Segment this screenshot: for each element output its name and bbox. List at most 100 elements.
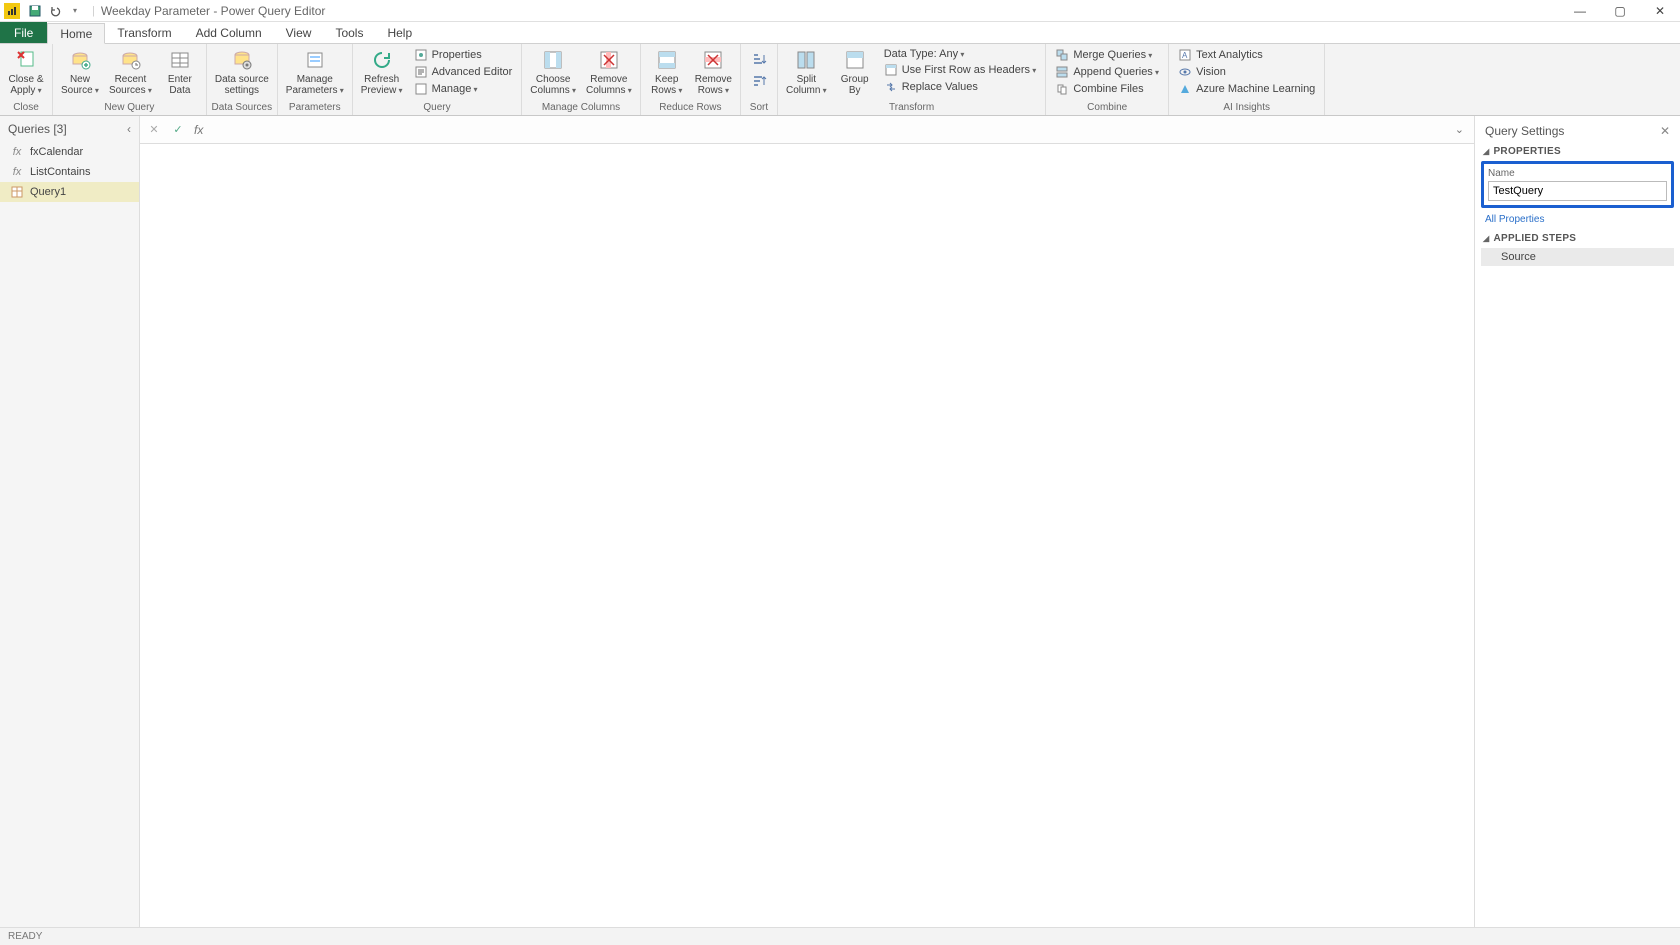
group-by-icon: [843, 48, 867, 72]
tab-tools[interactable]: Tools: [323, 22, 375, 43]
manage-parameters-icon: [303, 48, 327, 72]
data-source-settings-button[interactable]: Data sourcesettings: [211, 46, 273, 98]
applied-steps-label: APPLIED STEPS: [1493, 233, 1576, 244]
tab-transform[interactable]: Transform: [105, 22, 183, 43]
ribbon-group-reduce-rows: KeepRows RemoveRows Reduce Rows: [641, 44, 741, 115]
text-analytics-button[interactable]: A Text Analytics: [1175, 47, 1318, 63]
tab-add-column[interactable]: Add Column: [184, 22, 274, 43]
close-settings-icon[interactable]: ✕: [1660, 124, 1670, 138]
table-icon: [10, 185, 24, 199]
query-item-label: Query1: [30, 186, 66, 198]
query-item-listcontains[interactable]: fx ListContains: [0, 162, 139, 182]
data-source-settings-icon: [230, 48, 254, 72]
group-label-ai-insights: AI Insights: [1173, 101, 1320, 115]
enter-formula-icon[interactable]: ✓: [170, 122, 186, 138]
query-item-query1[interactable]: Query1: [0, 182, 139, 202]
enter-data-button[interactable]: EnterData: [158, 46, 202, 98]
close-apply-icon: [14, 48, 38, 72]
ribbon-group-data-sources: Data sourcesettings Data Sources: [207, 44, 278, 115]
query-item-fxcalendar[interactable]: fx fxCalendar: [0, 142, 139, 162]
svg-text:A: A: [1182, 51, 1188, 60]
manage-button[interactable]: Manage: [411, 81, 516, 97]
split-column-button[interactable]: SplitColumn: [782, 46, 831, 98]
qat-dropdown-icon[interactable]: ▾: [68, 4, 82, 18]
choose-columns-button[interactable]: ChooseColumns: [526, 46, 580, 98]
queries-pane: Queries [3] ‹ fx fxCalendar fx ListConta…: [0, 116, 140, 927]
group-label-data-sources: Data Sources: [211, 101, 273, 115]
merge-queries-button[interactable]: Merge Queries: [1052, 47, 1162, 63]
remove-rows-icon: [701, 48, 725, 72]
tab-home[interactable]: Home: [47, 23, 105, 44]
name-property-highlight: Name: [1481, 161, 1674, 208]
azure-ml-label: Azure Machine Learning: [1196, 83, 1315, 95]
query-item-label: fxCalendar: [30, 146, 83, 158]
properties-section-header[interactable]: ◢ PROPERTIES: [1475, 144, 1680, 159]
keep-rows-button[interactable]: KeepRows: [645, 46, 689, 98]
fx-icon[interactable]: fx: [194, 123, 203, 137]
ribbon-group-combine: Merge Queries Append Queries Combine Fil…: [1046, 44, 1169, 115]
group-label-sort: Sort: [745, 101, 773, 115]
new-source-button[interactable]: NewSource: [57, 46, 103, 98]
group-by-button[interactable]: GroupBy: [833, 46, 877, 98]
refresh-preview-button[interactable]: RefreshPreview: [357, 46, 407, 98]
append-icon: [1055, 65, 1069, 79]
advanced-editor-button[interactable]: Advanced Editor: [411, 64, 516, 80]
tab-view[interactable]: View: [274, 22, 324, 43]
collapse-triangle-icon: ◢: [1483, 234, 1489, 243]
query-settings-title: Query Settings: [1485, 124, 1564, 138]
properties-section-label: PROPERTIES: [1493, 146, 1560, 157]
queries-header: Queries [3] ‹: [0, 116, 139, 142]
group-label-reduce-rows: Reduce Rows: [645, 101, 736, 115]
text-analytics-label: Text Analytics: [1196, 49, 1263, 61]
manage-parameters-button[interactable]: ManageParameters: [282, 46, 348, 98]
data-type-button[interactable]: Data Type: Any: [881, 47, 1040, 61]
tab-file[interactable]: File: [0, 22, 47, 43]
replace-values-button[interactable]: Replace Values: [881, 79, 1040, 95]
undo-icon[interactable]: [48, 4, 62, 18]
remove-columns-button[interactable]: RemoveColumns: [582, 46, 636, 98]
close-button[interactable]: ✕: [1640, 0, 1680, 22]
remove-rows-button[interactable]: RemoveRows: [691, 46, 736, 98]
all-properties-link[interactable]: All Properties: [1475, 212, 1680, 231]
save-icon[interactable]: [28, 4, 42, 18]
data-type-label: Data Type: Any: [884, 48, 965, 60]
queries-title: Queries [3]: [8, 122, 67, 136]
properties-button[interactable]: Properties: [411, 47, 516, 63]
first-row-headers-button[interactable]: Use First Row as Headers: [881, 62, 1040, 78]
collapse-queries-icon[interactable]: ‹: [127, 122, 131, 136]
keep-rows-icon: [655, 48, 679, 72]
remove-rows-label: RemoveRows: [695, 74, 732, 96]
properties-icon: [414, 48, 428, 62]
step-source[interactable]: Source: [1481, 248, 1674, 266]
ribbon: Close &Apply Close NewSource RecentSourc…: [0, 44, 1680, 116]
formula-input[interactable]: [211, 120, 1442, 140]
azure-ml-button[interactable]: Azure Machine Learning: [1175, 81, 1318, 97]
ribbon-group-ai-insights: A Text Analytics Vision Azure Machine Lea…: [1169, 44, 1325, 115]
maximize-button[interactable]: ▢: [1600, 0, 1640, 22]
close-apply-button[interactable]: Close &Apply: [4, 46, 48, 98]
keep-rows-label: KeepRows: [651, 74, 682, 96]
tab-help[interactable]: Help: [375, 22, 424, 43]
formula-dropdown-icon[interactable]: ⌄: [1451, 123, 1468, 136]
append-queries-button[interactable]: Append Queries: [1052, 64, 1162, 80]
merge-queries-label: Merge Queries: [1073, 49, 1152, 61]
applied-steps-section-header[interactable]: ◢ APPLIED STEPS: [1475, 231, 1680, 246]
data-source-settings-label: Data sourcesettings: [215, 74, 269, 96]
center-panel: ✕ ✓ fx ⌄: [140, 116, 1474, 927]
choose-columns-icon: [541, 48, 565, 72]
function-icon: fx: [10, 145, 24, 159]
recent-sources-button[interactable]: RecentSources: [105, 46, 156, 98]
minimize-button[interactable]: ―: [1560, 0, 1600, 22]
vision-button[interactable]: Vision: [1175, 64, 1318, 80]
sort-asc-button[interactable]: [749, 50, 769, 70]
manage-parameters-label: ManageParameters: [286, 74, 344, 96]
cancel-formula-icon[interactable]: ✕: [146, 122, 162, 138]
combine-files-button[interactable]: Combine Files: [1052, 81, 1162, 97]
ribbon-group-sort: Sort: [741, 44, 778, 115]
vision-label: Vision: [1196, 66, 1226, 78]
merge-icon: [1055, 48, 1069, 62]
query-name-input[interactable]: [1488, 181, 1667, 201]
sort-desc-button[interactable]: [749, 72, 769, 92]
content-area: Queries [3] ‹ fx fxCalendar fx ListConta…: [0, 116, 1680, 927]
window-title: Weekday Parameter - Power Query Editor: [101, 4, 326, 18]
